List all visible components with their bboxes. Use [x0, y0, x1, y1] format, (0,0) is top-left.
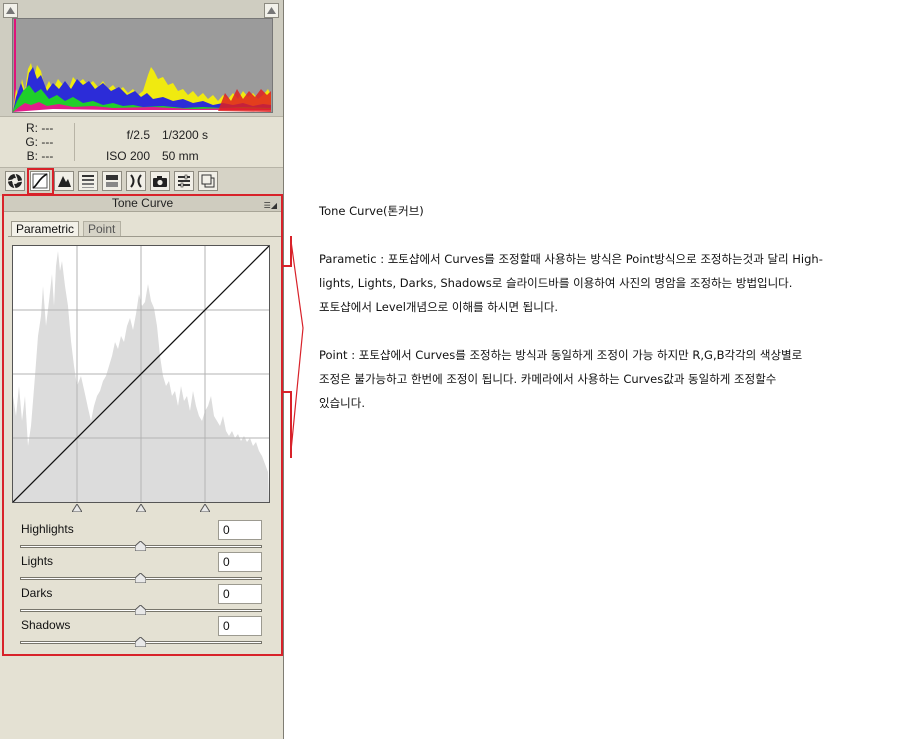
tab-tone-curve[interactable]	[30, 171, 50, 191]
tab-camera-calibration[interactable]	[150, 171, 170, 191]
shadows-label: Shadows	[21, 618, 71, 632]
split-shadows-arrow[interactable]	[72, 504, 82, 512]
point-note-line2: 조정은 불가능하고 한번에 조정이 됩니다. 카메라에서 사용하는 Curves…	[319, 372, 777, 386]
parametric-note-line2: lights, Lights, Darks, Shadows로 슬라이드바를 이…	[319, 276, 793, 290]
point-note-line3: 있습니다.	[319, 396, 365, 410]
point-note-line1: Point : 포토샵에서 Curves를 조정하는 방식과 동일하게 조정이 …	[319, 348, 803, 362]
lights-slider-thumb[interactable]	[135, 573, 146, 583]
darks-label: Darks	[21, 586, 53, 600]
iso: ISO 200	[105, 149, 150, 163]
lens-icon	[130, 174, 142, 188]
shadows-slider-thumb[interactable]	[135, 637, 146, 647]
parametric-note-line3: 포토샵에서 Level개념으로 이해를 하시면 됩니다.	[319, 300, 559, 314]
panel-tab-toolbar	[0, 167, 283, 196]
histogram-area	[0, 0, 283, 116]
highlights-slider-thumb[interactable]	[135, 541, 146, 551]
tab-hsl[interactable]	[78, 171, 98, 191]
panel-title: Tone Curve	[111, 196, 174, 210]
b-readout: B: ---	[26, 149, 54, 163]
g-readout: G: ---	[25, 135, 54, 149]
aperture-icon	[7, 173, 23, 189]
darks-value-field[interactable]: 0	[218, 584, 262, 604]
tab-basic[interactable]	[5, 171, 25, 191]
b-value: ---	[41, 149, 54, 163]
shadows-slider-row: Shadows 0	[18, 616, 262, 648]
highlight-clipping-button[interactable]	[264, 3, 279, 18]
panel-menu-icon[interactable]: ☰◢	[264, 198, 277, 213]
notes-title: Tone Curve(톤커브)	[319, 204, 424, 218]
highlights-slider-row: Highlights 0	[18, 520, 262, 552]
annotation-connector	[281, 236, 304, 458]
aperture: f/2.5	[126, 128, 150, 142]
rgb-readout: R: --- G: --- B: ---	[20, 121, 53, 163]
tone-curve-graph[interactable]	[12, 245, 270, 503]
triangle-up-icon	[267, 7, 276, 14]
info-readout: R: --- G: --- B: --- f/2.5 ISO 200 1/320…	[0, 116, 283, 167]
presets-icon	[178, 174, 190, 188]
curve-canvas	[13, 246, 269, 502]
panel-header: Tone Curve ☰◢	[4, 196, 281, 212]
tab-detail[interactable]	[54, 171, 74, 191]
shutter-speed: 1/3200 s	[162, 128, 209, 142]
hsl-icon	[82, 175, 94, 188]
tab-lens-corrections[interactable]	[126, 171, 146, 191]
lights-value-field[interactable]: 0	[218, 552, 262, 572]
info-divider	[74, 123, 75, 161]
g-value: ---	[41, 135, 54, 149]
shadows-value-field[interactable]: 0	[218, 616, 262, 636]
highlights-label: Highlights	[21, 522, 74, 536]
camera-calibration-icon	[153, 176, 167, 187]
triangle-up-icon	[6, 7, 15, 14]
histogram-graph	[13, 19, 272, 112]
tab-divider	[8, 236, 281, 237]
tab-snapshots[interactable]	[198, 171, 218, 191]
darks-slider-row: Darks 0	[18, 584, 262, 616]
split-highlights-arrow[interactable]	[200, 504, 210, 512]
parametric-note-line1: Parametic : 포토샵에서 Curves를 조정할때 사용하는 방식은 …	[319, 252, 823, 266]
tone-curve-panel: Tone Curve ☰◢ Parametric Point Highlight…	[4, 196, 281, 656]
focal-length: 50 mm	[162, 149, 199, 163]
tab-parametric[interactable]: Parametric	[11, 221, 79, 236]
lights-label: Lights	[21, 554, 54, 568]
darks-slider-thumb[interactable]	[135, 605, 146, 615]
split-toning-icon	[106, 175, 118, 187]
tab-split-toning[interactable]	[102, 171, 122, 191]
r-readout: R: ---	[26, 121, 54, 135]
histogram	[12, 18, 273, 113]
detail-icon	[58, 176, 71, 187]
split-midtones-arrow[interactable]	[136, 504, 146, 512]
lights-slider-row: Lights 0	[18, 552, 262, 584]
snapshots-icon	[201, 174, 215, 188]
tone-curve-icon	[32, 173, 48, 189]
r-value: ---	[41, 121, 54, 135]
shadow-clipping-button[interactable]	[3, 3, 18, 18]
highlights-value-field[interactable]: 0	[218, 520, 262, 540]
tab-presets[interactable]	[174, 171, 194, 191]
camera-raw-panel: R: --- G: --- B: --- f/2.5 ISO 200 1/320…	[0, 0, 284, 739]
exif-right: 1/3200 s 50 mm	[162, 125, 208, 167]
annotation-notes: Tone Curve(톤커브) Parametic : 포토샵에서 Curves…	[319, 199, 889, 415]
tab-point[interactable]: Point	[83, 221, 121, 236]
exif-left: f/2.5 ISO 200	[104, 125, 150, 167]
